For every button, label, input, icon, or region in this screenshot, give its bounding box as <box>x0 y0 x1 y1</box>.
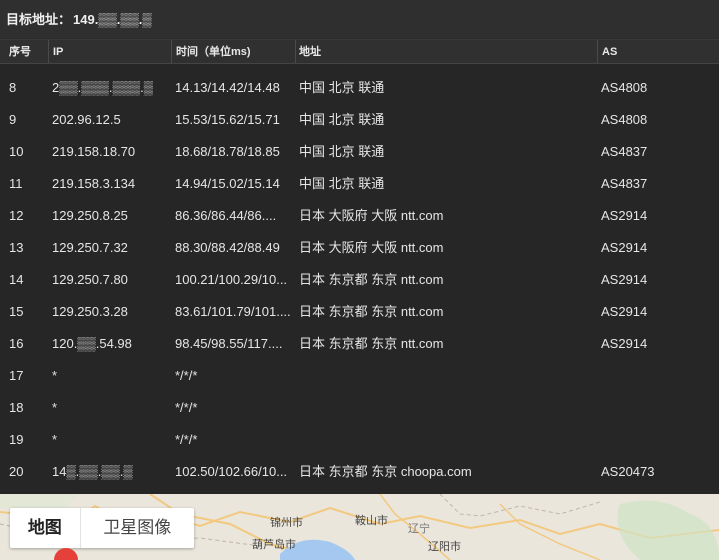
satellite-tab-button[interactable]: 卫星图像 <box>79 508 194 548</box>
hop-latency: 88.30/88.42/88.49 <box>175 240 280 255</box>
hop-as-number: AS2914 <box>601 240 648 255</box>
table-row[interactable]: 12 129.250.8.25 86.36/86.44/86.... 日本 大阪府 大… <box>0 200 719 232</box>
target-address-bar: 目标地址： 149.▒▒.▒▒.▒ <box>0 0 719 38</box>
table-row[interactable]: 14 129.250.7.80 100.21/100.29/10... 日本 东京都 … <box>0 264 719 296</box>
column-divider[interactable] <box>48 40 49 63</box>
table-row[interactable]: 16 120.▒▒.54.98 98.45/98.55/117.... 日本 东京都 … <box>0 328 719 360</box>
hop-ip: 120.▒▒.54.98 <box>52 336 132 351</box>
hop-ip: 129.250.7.80 <box>52 272 128 287</box>
hop-location: 中国 北京 联通 <box>299 112 385 127</box>
hop-as-number: AS4808 <box>601 112 648 127</box>
hop-latency: 98.45/98.55/117.... <box>175 336 283 351</box>
map-city-label: 鞍山市 <box>355 514 388 527</box>
hop-location: 日本 东京都 东京 ntt.com <box>299 304 444 319</box>
column-header-address[interactable]: 地址 <box>299 45 321 59</box>
hop-number: 17 <box>9 368 24 383</box>
map-city-label: 辽阳市 <box>428 540 461 553</box>
hop-latency: */*/* <box>175 368 198 383</box>
hop-ip: 129.250.3.28 <box>52 304 128 319</box>
hop-latency: */*/* <box>175 432 198 447</box>
hop-number: 12 <box>9 208 24 223</box>
hop-number: 13 <box>9 240 24 255</box>
hop-ip: 129.250.7.32 <box>52 240 128 255</box>
table-row[interactable]: 17 * */*/* <box>0 360 719 392</box>
table-row[interactable]: 9 202.96.12.5 15.53/15.62/15.71 中国 北京 联通 AS4… <box>0 104 719 136</box>
hop-number: 11 <box>9 176 23 191</box>
hop-as-number: AS20473 <box>601 464 655 479</box>
hop-as-number: AS4837 <box>601 144 648 159</box>
hop-ip: 129.250.8.25 <box>52 208 128 223</box>
hop-location: 日本 东京都 东京 ntt.com <box>299 272 444 287</box>
hop-location: 中国 北京 联通 <box>299 176 385 191</box>
hop-ip: 202.96.12.5 <box>52 112 121 127</box>
hop-ip: * <box>52 368 58 383</box>
hop-latency: 86.36/86.44/86.... <box>175 208 277 223</box>
hop-ip: 219.158.3.134 <box>52 176 136 191</box>
hop-number: 9 <box>9 112 17 127</box>
hop-as-number: AS4837 <box>601 176 648 191</box>
hop-latency: 102.50/102.66/10... <box>175 464 288 479</box>
hop-latency: 100.21/100.29/10... <box>175 272 288 287</box>
hop-number: 10 <box>9 144 24 159</box>
traceroute-table: 序号 IP 时间（单位ms) 地址 AS 8 2▒▒.▒▒▒.▒▒▒.▒ 14.13… <box>0 39 719 495</box>
hop-latency: */*/* <box>175 400 198 415</box>
hop-number: 19 <box>9 432 24 447</box>
hop-number: 20 <box>9 464 24 479</box>
hop-ip: 2▒▒.▒▒▒.▒▒▒.▒ <box>52 80 153 95</box>
target-address-ip: 149.▒▒.▒▒.▒ <box>73 12 152 27</box>
map-tab-button[interactable]: 地图 <box>10 508 80 548</box>
hop-latency: 14.13/14.42/14.48 <box>175 80 280 95</box>
map-view[interactable]: 锦州市 鞍山市 辽宁 葫芦岛市 辽阳市 地图 卫星图像 <box>0 494 719 560</box>
column-header-ip[interactable]: IP <box>53 45 63 59</box>
hop-number: 18 <box>9 400 24 415</box>
hop-ip: 219.158.18.70 <box>52 144 136 159</box>
map-region-label: 辽宁 <box>408 522 430 535</box>
map-city-label: 锦州市 <box>270 516 303 529</box>
column-divider[interactable] <box>597 40 598 63</box>
hop-ip: * <box>52 400 58 415</box>
hop-as-number: AS2914 <box>601 304 648 319</box>
hop-ip: * <box>52 432 58 447</box>
column-header-no[interactable]: 序号 <box>9 45 31 59</box>
table-row[interactable]: 20 14▒.▒▒.▒▒.▒ 102.50/102.66/10... 日本 东京都 东… <box>0 456 719 488</box>
map-type-toggle: 地图 卫星图像 <box>10 508 194 548</box>
hop-latency: 14.94/15.02/15.14 <box>175 176 280 191</box>
hop-location: 日本 大阪府 大阪 ntt.com <box>299 240 444 255</box>
hop-as-number: AS4808 <box>601 80 648 95</box>
hop-latency: 15.53/15.62/15.71 <box>175 112 280 127</box>
table-row[interactable]: 11 219.158.3.134 14.94/15.02/15.14 中国 北京 联通… <box>0 168 719 200</box>
table-row[interactable]: 10 219.158.18.70 18.68/18.78/18.85 中国 北京 联通… <box>0 136 719 168</box>
hop-latency: 83.61/101.79/101.... <box>175 304 291 319</box>
hop-number: 15 <box>9 304 24 319</box>
column-divider[interactable] <box>295 40 296 63</box>
hop-location: 日本 东京都 东京 ntt.com <box>299 336 444 351</box>
hop-location: 中国 北京 联通 <box>299 144 385 159</box>
column-header-time[interactable]: 时间（单位ms) <box>176 45 251 59</box>
table-row[interactable]: 13 129.250.7.32 88.30/88.42/88.49 日本 大阪府 大阪… <box>0 232 719 264</box>
hop-location: 中国 北京 联通 <box>299 80 385 95</box>
hop-as-number: AS2914 <box>601 336 648 351</box>
table-row[interactable]: 8 2▒▒.▒▒▒.▒▒▒.▒ 14.13/14.42/14.48 中国 北京 联通 A… <box>0 72 719 104</box>
hop-latency: 18.68/18.78/18.85 <box>175 144 280 159</box>
hop-as-number: AS2914 <box>601 208 648 223</box>
target-address-label: 目标地址： <box>6 12 72 27</box>
hop-location: 日本 东京都 东京 choopa.com <box>299 464 472 479</box>
column-divider[interactable] <box>171 40 172 63</box>
hop-number: 8 <box>9 80 17 95</box>
table-row[interactable]: 15 129.250.3.28 83.61/101.79/101.... 日本 东京都… <box>0 296 719 328</box>
table-header: 序号 IP 时间（单位ms) 地址 AS <box>0 40 719 64</box>
hop-ip: 14▒.▒▒.▒▒.▒ <box>52 464 133 479</box>
column-header-as[interactable]: AS <box>602 45 617 59</box>
map-city-label: 葫芦岛市 <box>252 538 296 551</box>
hop-as-number: AS2914 <box>601 272 648 287</box>
hop-number: 16 <box>9 336 24 351</box>
table-row[interactable]: 19 * */*/* <box>0 424 719 456</box>
hop-number: 14 <box>9 272 24 287</box>
hop-location: 日本 大阪府 大阪 ntt.com <box>299 208 444 223</box>
table-row[interactable]: 18 * */*/* <box>0 392 719 424</box>
